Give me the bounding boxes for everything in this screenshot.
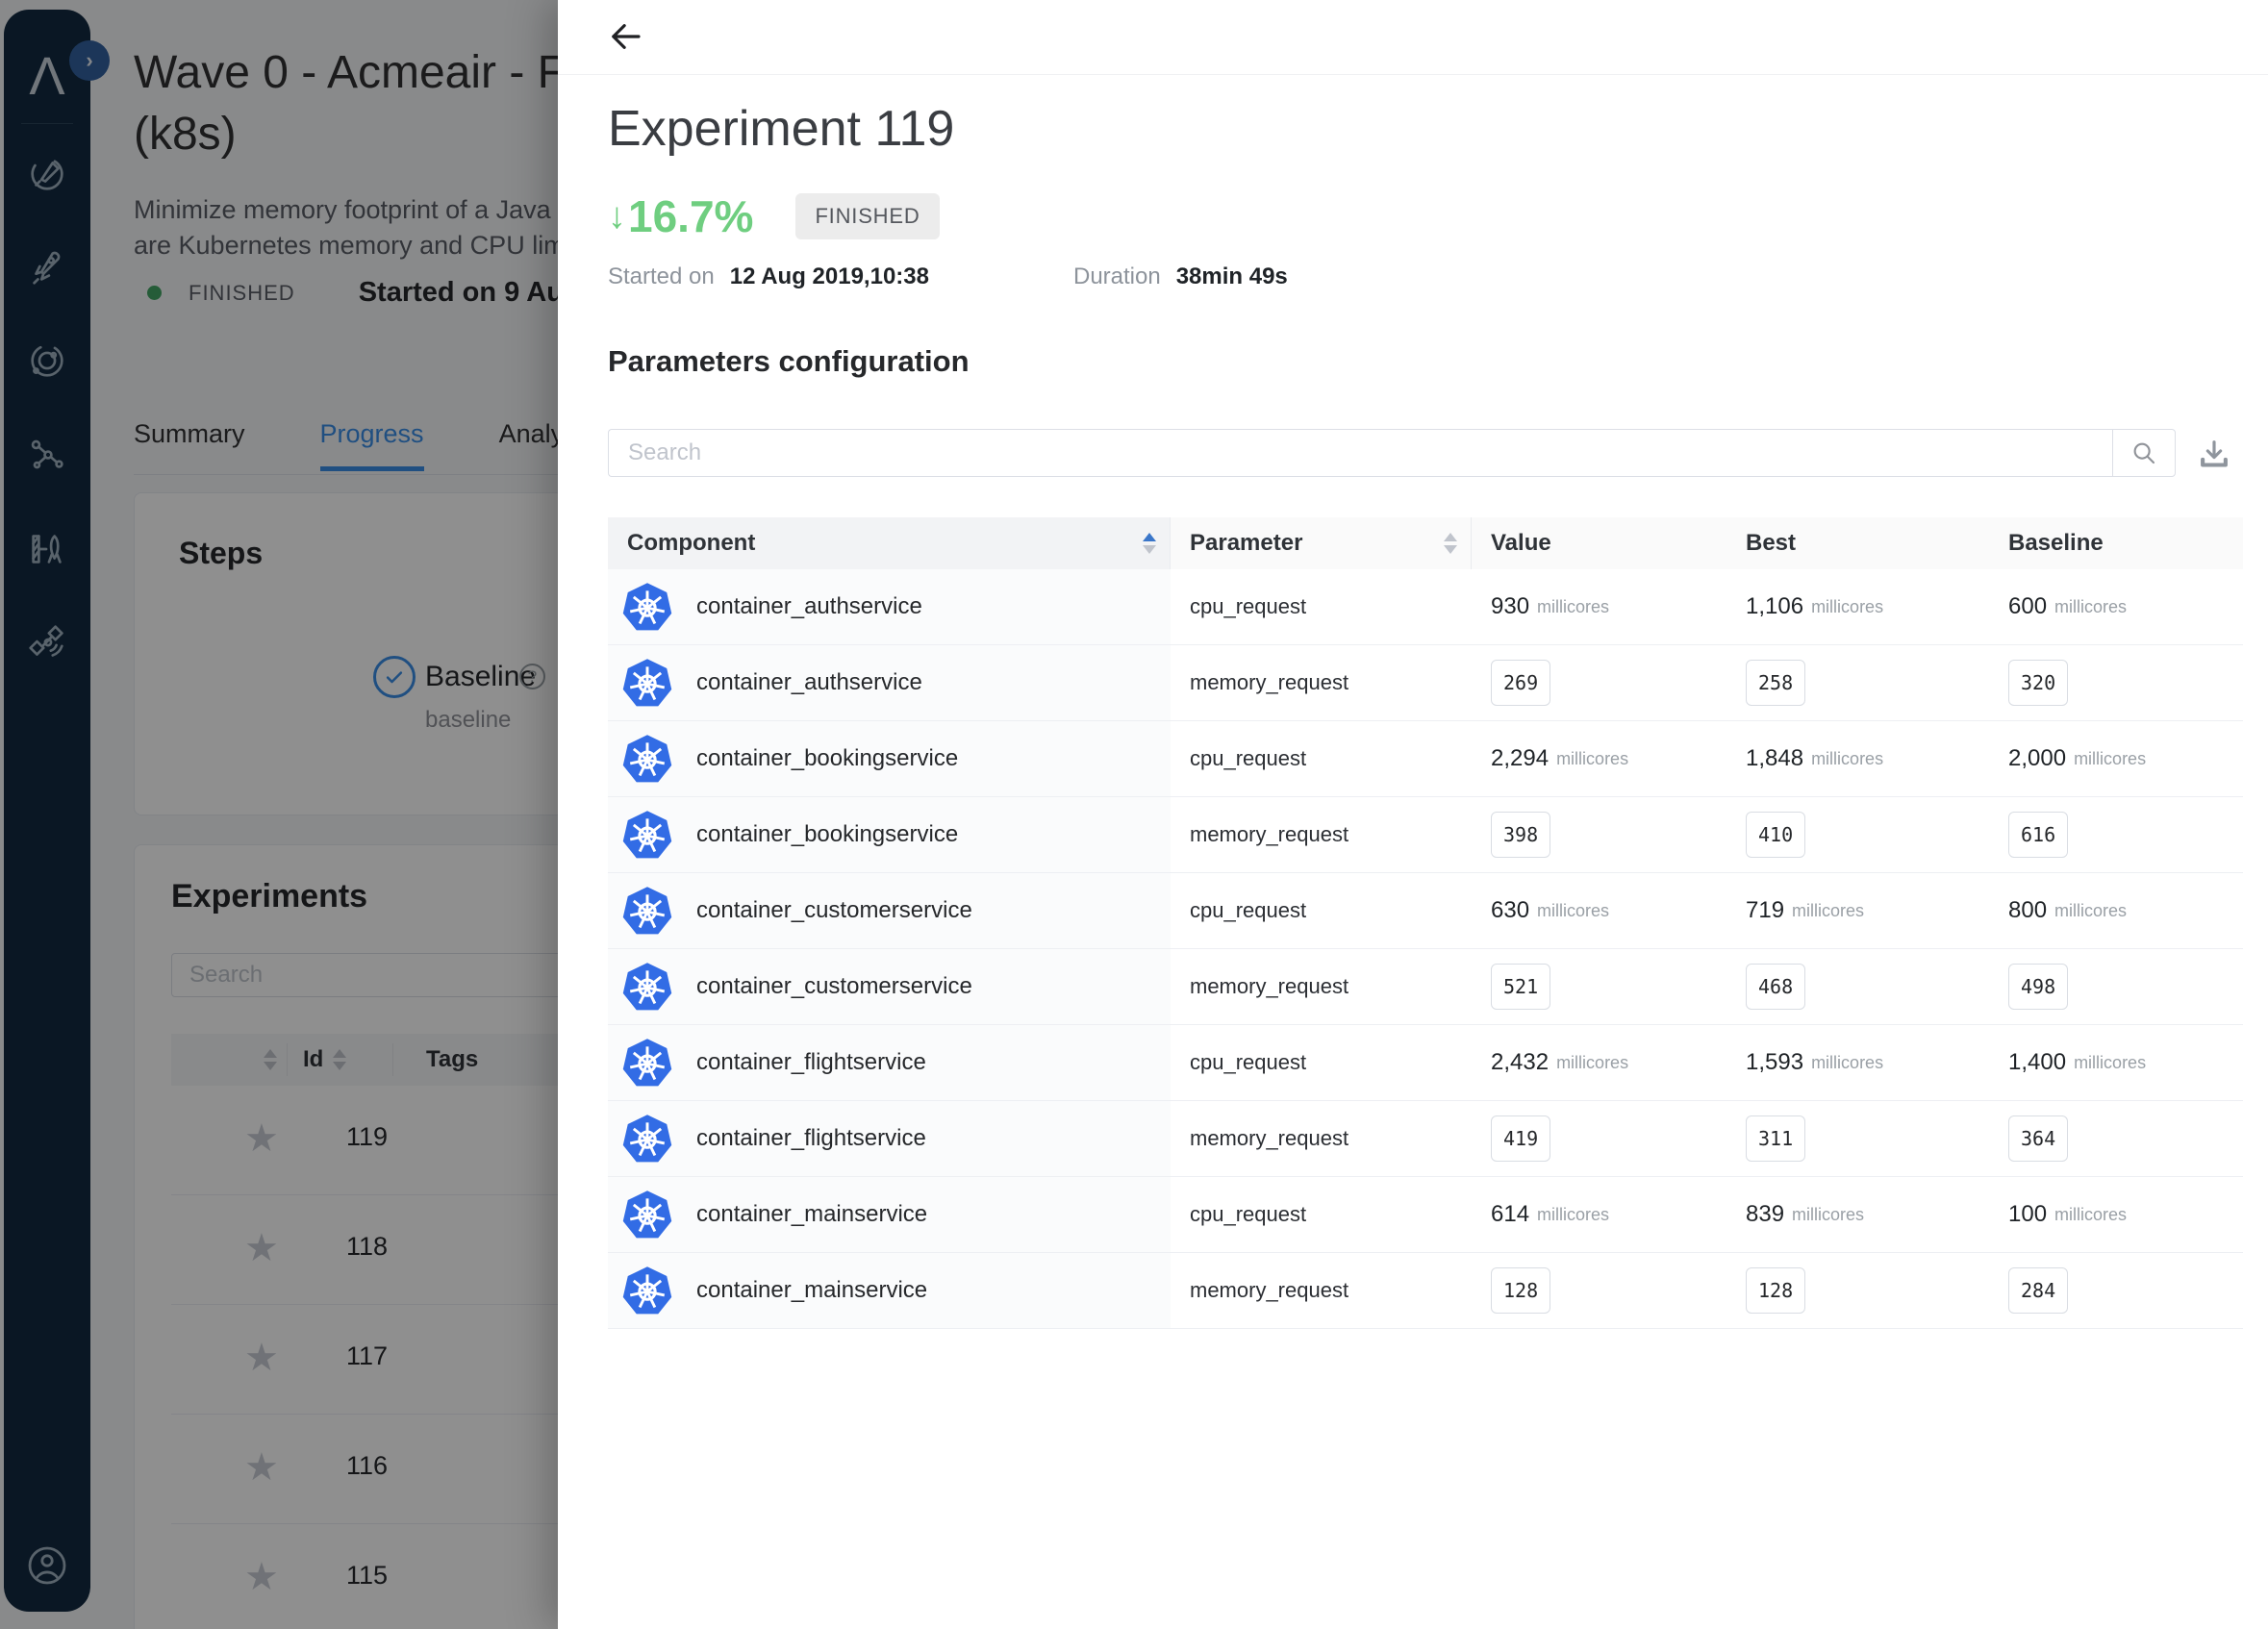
sort-icon[interactable] [1444, 533, 1457, 554]
value-unit: millicores [1537, 597, 1609, 617]
table-row: container_bookingservice cpu_request 2,2… [608, 721, 2243, 797]
sort-icon-asc-active[interactable] [1143, 533, 1156, 554]
started-value: 12 Aug 2019,10:38 [730, 263, 929, 290]
kubernetes-icon [621, 1189, 673, 1241]
baseline: 800 [2008, 897, 2047, 924]
table-row: container_mainservice cpu_request 614mil… [608, 1177, 2243, 1253]
kubernetes-icon [621, 809, 673, 861]
baseline-unit: millicores [2054, 597, 2127, 617]
parameter-name: memory_request [1171, 797, 1472, 872]
experiment-title: Experiment 119 [608, 100, 954, 158]
parameter-name: cpu_request [1171, 721, 1472, 796]
kubernetes-icon [621, 1113, 673, 1165]
component-name: container_bookingservice [696, 821, 958, 848]
parameter-name: cpu_request [1171, 1177, 1472, 1252]
value: 930 [1491, 593, 1529, 620]
parameter-column-header[interactable]: Parameter [1171, 517, 1472, 569]
experiment-meta: Started on 12 Aug 2019,10:38 Duration 38… [608, 263, 1288, 290]
component-name: container_mainservice [696, 1277, 927, 1304]
table-row: container_customerservice cpu_request 63… [608, 873, 2243, 949]
component-name: container_mainservice [696, 1201, 927, 1228]
value: 269 [1491, 660, 1550, 706]
best: 311 [1746, 1115, 1805, 1162]
baseline: 1,400 [2008, 1049, 2066, 1076]
baseline: 100 [2008, 1201, 2047, 1228]
parameter-name: memory_request [1171, 1253, 1472, 1328]
parameter-name: cpu_request [1171, 569, 1472, 644]
parameter-name: memory_request [1171, 645, 1472, 720]
component-name: container_authservice [696, 669, 922, 696]
component-name: container_customerservice [696, 973, 972, 1000]
table-row: container_bookingservice memory_request … [608, 797, 2243, 873]
value: 2,432 [1491, 1049, 1549, 1076]
table-row: container_flightservice cpu_request 2,43… [608, 1025, 2243, 1101]
best: 410 [1746, 812, 1805, 858]
parameter-name: cpu_request [1171, 1025, 1472, 1100]
parameter-name: cpu_request [1171, 873, 1472, 948]
table-row: container_customerservice memory_request… [608, 949, 2243, 1025]
parameter-name: memory_request [1171, 1101, 1472, 1176]
baseline: 284 [2008, 1267, 2068, 1314]
component-name: container_bookingservice [696, 745, 958, 772]
value-column-header: Value [1472, 517, 1726, 569]
parameters-section-title: Parameters configuration [608, 344, 970, 379]
table-row: container_authservice cpu_request 930 mil… [608, 569, 2243, 645]
download-icon[interactable] [2193, 435, 2235, 477]
baseline: 600 [2008, 593, 2047, 620]
component-name: container_customerservice [696, 897, 972, 924]
baseline: 616 [2008, 812, 2068, 858]
baseline: 2,000 [2008, 745, 2066, 772]
baseline: 320 [2008, 660, 2068, 706]
search-button[interactable] [2112, 429, 2176, 477]
best: 1,106 [1746, 593, 1803, 620]
duration-value: 38min 49s [1176, 263, 1288, 290]
back-button[interactable] [604, 15, 646, 58]
parameters-search-group [608, 429, 2176, 477]
experiment-detail-panel: Experiment 119 ↓16.7% FINISHED Started o… [558, 0, 2268, 1629]
best: 1,848 [1746, 745, 1803, 772]
table-row: container_authservice memory_request 269… [608, 645, 2243, 721]
component-column-header[interactable]: Component [608, 517, 1171, 569]
table-row: container_flightservice memory_request 4… [608, 1101, 2243, 1177]
baseline-column-header: Baseline [1989, 517, 2243, 569]
kubernetes-icon [621, 733, 673, 785]
status-badge: FINISHED [795, 193, 939, 239]
value: 614 [1491, 1201, 1529, 1228]
best: 719 [1746, 897, 1784, 924]
baseline: 498 [2008, 964, 2068, 1010]
goal-improvement: ↓16.7% [608, 190, 753, 242]
best: 839 [1746, 1201, 1784, 1228]
duration-label: Duration [1073, 263, 1161, 290]
kubernetes-icon [621, 961, 673, 1013]
value: 521 [1491, 964, 1550, 1010]
best-unit: millicores [1811, 597, 1883, 617]
parameters-search-input[interactable] [608, 429, 2112, 477]
component-name: container_flightservice [696, 1125, 926, 1152]
best: 1,593 [1746, 1049, 1803, 1076]
value: 398 [1491, 812, 1550, 858]
kubernetes-icon [621, 1265, 673, 1316]
best: 258 [1746, 660, 1805, 706]
component-name: container_flightservice [696, 1049, 926, 1076]
kubernetes-icon [621, 1037, 673, 1089]
parameters-table: Component Parameter Value Best Baseline … [608, 517, 2243, 1329]
parameter-name: memory_request [1171, 949, 1472, 1024]
best-column-header: Best [1726, 517, 1989, 569]
value: 2,294 [1491, 745, 1549, 772]
component-name: container_authservice [696, 593, 922, 620]
kubernetes-icon [621, 885, 673, 937]
kubernetes-icon [621, 581, 673, 633]
value: 128 [1491, 1267, 1550, 1314]
parameters-table-header: Component Parameter Value Best Baseline [608, 517, 2243, 569]
kubernetes-icon [621, 657, 673, 709]
best: 128 [1746, 1267, 1805, 1314]
value: 630 [1491, 897, 1529, 924]
panel-topbar [558, 0, 2268, 75]
table-row: container_mainservice memory_request 128… [608, 1253, 2243, 1329]
arrow-down-icon: ↓ [608, 196, 626, 238]
baseline: 364 [2008, 1115, 2068, 1162]
best: 468 [1746, 964, 1805, 1010]
started-label: Started on [608, 263, 715, 290]
value: 419 [1491, 1115, 1550, 1162]
